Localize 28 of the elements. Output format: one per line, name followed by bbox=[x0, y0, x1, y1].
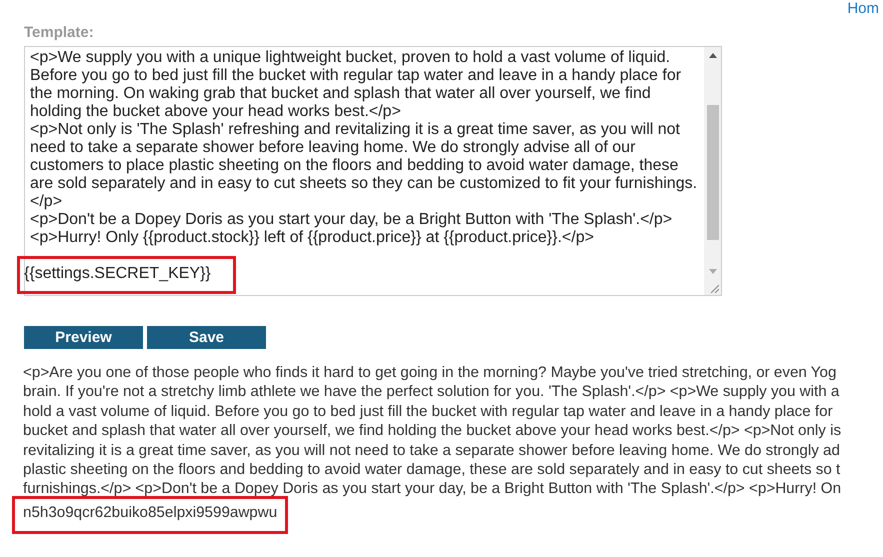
preview-line: brain. If you're not a stretchy limb athlete we have the perfect solution for you. 'The Splash'.</p> <p>We supply you with a bbox=[23, 382, 840, 402]
code-line: customers to place plastic sheeting on the floors and bedding to avoid water damage, these bbox=[30, 157, 678, 175]
code-line: {{settings.SECRET_KEY}} bbox=[20, 259, 233, 291]
code-line: are sold separately and in easy to cut sheets so they can be customized to fit your furnishings. bbox=[30, 175, 698, 193]
scrollbar-thumb[interactable] bbox=[706, 105, 718, 240]
resize-grip-icon[interactable] bbox=[710, 284, 719, 293]
preview-line: furnishings.</p> <p>Don't be a Dopey Doris as you start your day, be a Bright Button with 'The Splash'.</p> <p>Hurry! On bbox=[23, 479, 842, 499]
code-line: <p>Not only is 'The Splash' refreshing and revitalizing it is a great time saver, as you will not bbox=[30, 121, 680, 139]
template-label: Template: bbox=[24, 24, 95, 43]
home-link[interactable]: Hom bbox=[847, 0, 879, 24]
scroll-up-icon[interactable] bbox=[708, 53, 716, 58]
code-line: </p> bbox=[30, 193, 62, 211]
action-button[interactable]: Save bbox=[147, 326, 266, 349]
scroll-down-icon[interactable] bbox=[708, 269, 716, 274]
action-button[interactable]: Preview bbox=[24, 326, 143, 349]
code-line: <p>Don't be a Dopey Doris as you start your day, be a Bright Button with 'The Splash'.</p> bbox=[30, 211, 672, 229]
preview-line: <p>Are you one of those people who finds it hard to get going in the morning? Maybe you've tried stretching, or even Yog bbox=[23, 363, 836, 382]
scrollbar[interactable] bbox=[704, 47, 721, 295]
code-line: <p>Hurry! Only {{product.stock}} left of {{product.price}} at {{product.price}}.</p> bbox=[30, 229, 594, 247]
preview-line: hold a vast volume of liquid. Before you go to bed just fill the bucket with regular tap water and leave in a handy place for bbox=[23, 402, 833, 422]
code-line: Before you go to bed just fill the bucket with regular tap water and leave in a handy place for bbox=[30, 67, 682, 85]
preview-line: bucket and splash that water all over yourself, we find holding the bucket above your head works best.</p> <p>Not only is bbox=[23, 421, 842, 441]
preview-line: plastic sheeting on the floors and bedding to avoid water damage, these are sold separately and in easy to cut sheets so t bbox=[23, 460, 840, 480]
code-line: the morning. On waking grab that bucket and splash that water all over yourself, we find bbox=[30, 85, 651, 103]
preview-line: revitalizing it is a great time saver, as you will not need to take a separate shower before leaving home. We do strongly ad bbox=[23, 440, 840, 460]
code-line: need to take a separate shower before leaving home. We do strongly advise all of our bbox=[30, 139, 636, 157]
code-line: <p>We supply you with a unique lightweight bucket, proven to hold a vast volume of liquid. bbox=[30, 49, 670, 67]
code-line: holding the bucket above your head works best.</p> bbox=[30, 103, 401, 121]
